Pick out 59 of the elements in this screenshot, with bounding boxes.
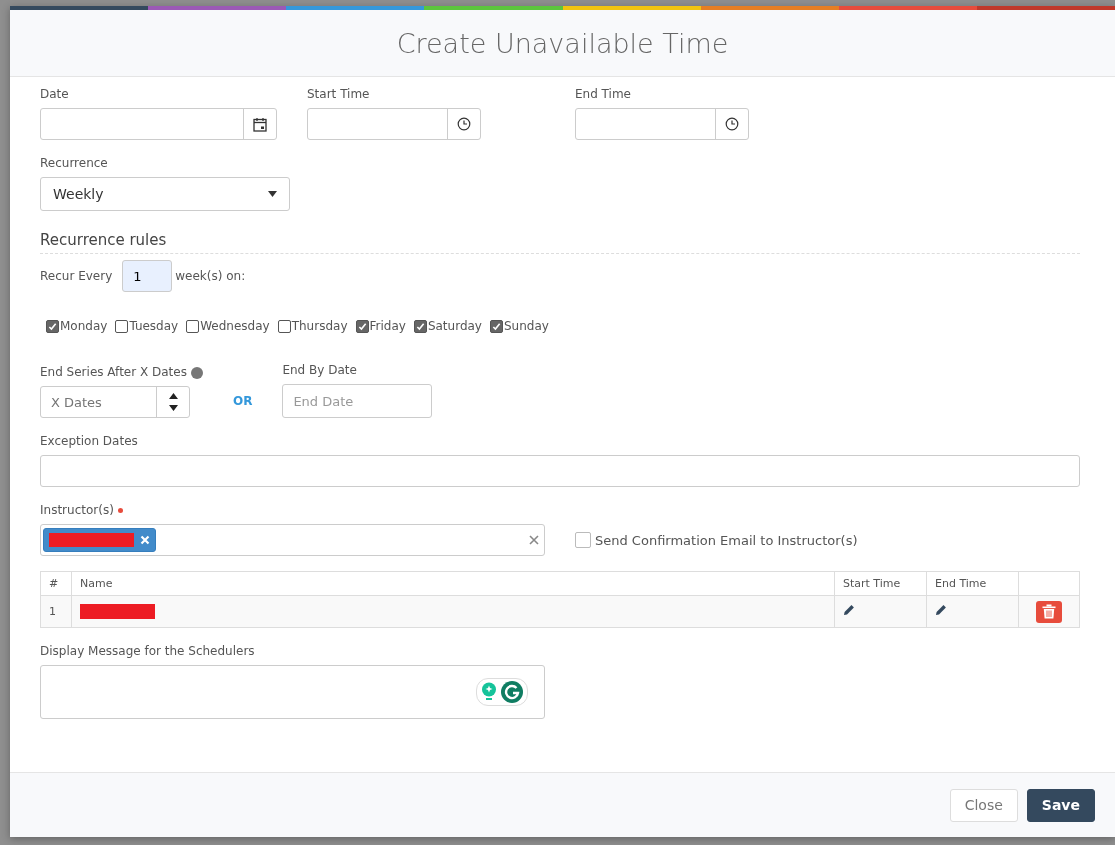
field-label: Exception Dates [40,434,139,448]
field-label: Recurrence [40,156,109,170]
end-date-field[interactable]: End Date [282,384,433,418]
table-cell: 1 [40,595,72,628]
checkbox[interactable] [186,319,200,333]
column-header: Name [71,571,835,596]
checkbox[interactable] [575,532,591,548]
column-header: Start Time [834,571,927,596]
day-label: Wednesday [200,319,270,333]
calendar-icon[interactable] [253,116,267,132]
day-label: Monday [60,319,108,333]
instructor-select[interactable] [40,524,545,556]
or-separator: OR [232,394,253,408]
help-icon[interactable] [190,366,203,379]
clock-icon[interactable] [457,117,471,131]
save-button[interactable]: Save [1026,788,1095,822]
field-label: Instructor(s) [40,503,1080,517]
checkbox-label: Send Confirmation Email to Instructor(s) [595,532,858,548]
section-title: Recurrence rules [40,231,1080,254]
day-label: Tuesday [129,319,179,333]
day-label: Sunday [503,319,549,333]
close-button[interactable]: Close [949,788,1018,822]
modal-title: Create Unavailable Time [396,27,729,59]
field-label: Recur Every [40,269,113,283]
checkbox[interactable] [46,319,59,333]
trash-icon [1042,604,1056,619]
checkbox[interactable] [277,319,291,333]
number-field[interactable]: X Dates [41,387,156,417]
lightbulb-icon[interactable] [481,682,497,702]
field-label: Date [40,87,70,101]
clear-icon[interactable] [529,535,539,545]
day-label: Thursday [291,319,348,333]
number-spinner[interactable]: X Dates [40,386,190,418]
column-header: End Time [926,571,1019,596]
writing-assistant-widget[interactable] [476,678,528,706]
pencil-icon[interactable] [843,604,855,616]
field-label: End Series After X Dates [40,365,203,379]
field-label: Start Time [307,87,371,101]
day-label: Saturday [427,319,482,333]
pencil-icon[interactable] [935,604,947,616]
delete-button[interactable] [1036,600,1062,623]
remove-icon[interactable] [140,535,150,545]
checkbox[interactable] [489,319,503,333]
checkbox[interactable] [413,319,427,333]
exception-dates-field[interactable] [40,455,1080,487]
field-label: Display Message for the Schedulers [40,644,256,658]
caret-icon [268,191,277,197]
field-label: End Time [575,87,632,101]
g-logo-icon[interactable] [501,681,523,703]
spinner-arrows-icon[interactable] [168,392,178,412]
checkbox[interactable] [115,319,129,333]
recurrence-select[interactable]: Weekly [40,177,290,211]
field-label: End By Date [282,363,358,377]
checkbox[interactable] [355,319,369,333]
clock-icon[interactable] [725,117,739,131]
number-field[interactable]: 1 [122,260,173,292]
column-header: # [40,571,72,596]
day-label: Friday [369,319,406,333]
field-label: week(s) on: [175,269,246,283]
